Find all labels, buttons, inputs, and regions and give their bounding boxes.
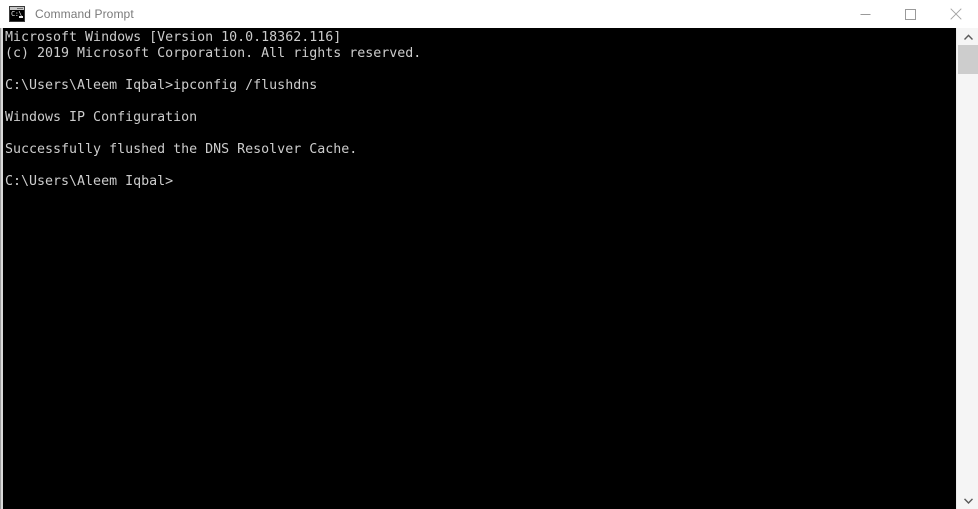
title-bar-left-group: C:\ Command Prompt	[0, 0, 134, 28]
chevron-up-icon	[963, 33, 973, 40]
title-bar[interactable]: C:\ Command Prompt	[0, 0, 978, 28]
command-prompt-window: C:\ Command Prompt Microsoft Windows [Ve…	[0, 0, 978, 509]
scrollbar-thumb[interactable]	[958, 45, 978, 74]
scrollbar-down-button[interactable]	[957, 492, 978, 509]
console-text: Microsoft Windows [Version 10.0.18362.11…	[5, 30, 422, 189]
scrollbar-up-button[interactable]	[957, 28, 978, 45]
window-controls	[843, 0, 978, 28]
chevron-down-icon	[963, 497, 973, 504]
minimize-button[interactable]	[843, 0, 888, 28]
console-output-area[interactable]: Microsoft Windows [Version 10.0.18362.11…	[3, 28, 956, 509]
maximize-button[interactable]	[888, 0, 933, 28]
maximize-icon	[905, 8, 916, 20]
command-prompt-icon: C:\	[9, 6, 25, 22]
vertical-scrollbar[interactable]	[956, 28, 978, 509]
close-icon	[949, 8, 962, 20]
minimize-icon	[860, 13, 871, 15]
window-left-border	[0, 28, 1, 509]
window-title: Command Prompt	[35, 7, 134, 21]
icon-cursor-block	[19, 16, 23, 18]
close-button[interactable]	[933, 0, 978, 28]
